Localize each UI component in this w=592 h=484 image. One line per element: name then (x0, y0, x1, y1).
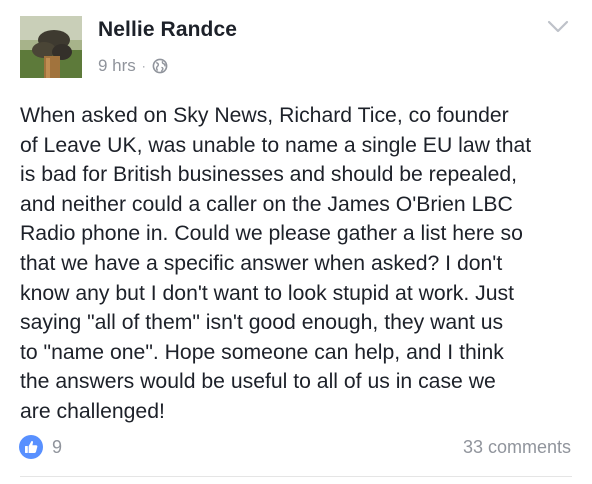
post-text: When asked on Sky News, Richard Tice, co… (20, 104, 532, 423)
timestamp[interactable]: 9 hrs (98, 56, 136, 76)
divider (20, 476, 572, 477)
meta-separator: · (141, 59, 146, 73)
post-card: Nellie Randce 9 hrs · When asked on Sky … (0, 0, 592, 484)
thumbs-up-icon (25, 440, 38, 453)
avatar[interactable] (20, 16, 82, 78)
like-count[interactable]: 9 (52, 437, 62, 458)
chevron-down-icon[interactable] (547, 20, 569, 34)
like-reaction-badge[interactable] (19, 435, 43, 459)
author-name[interactable]: Nellie Randce (98, 18, 237, 42)
globe-icon[interactable] (152, 58, 168, 74)
post-meta: 9 hrs · (98, 55, 168, 77)
profile-photo (20, 16, 82, 78)
comments-count-link[interactable]: 33 comments (463, 437, 571, 458)
